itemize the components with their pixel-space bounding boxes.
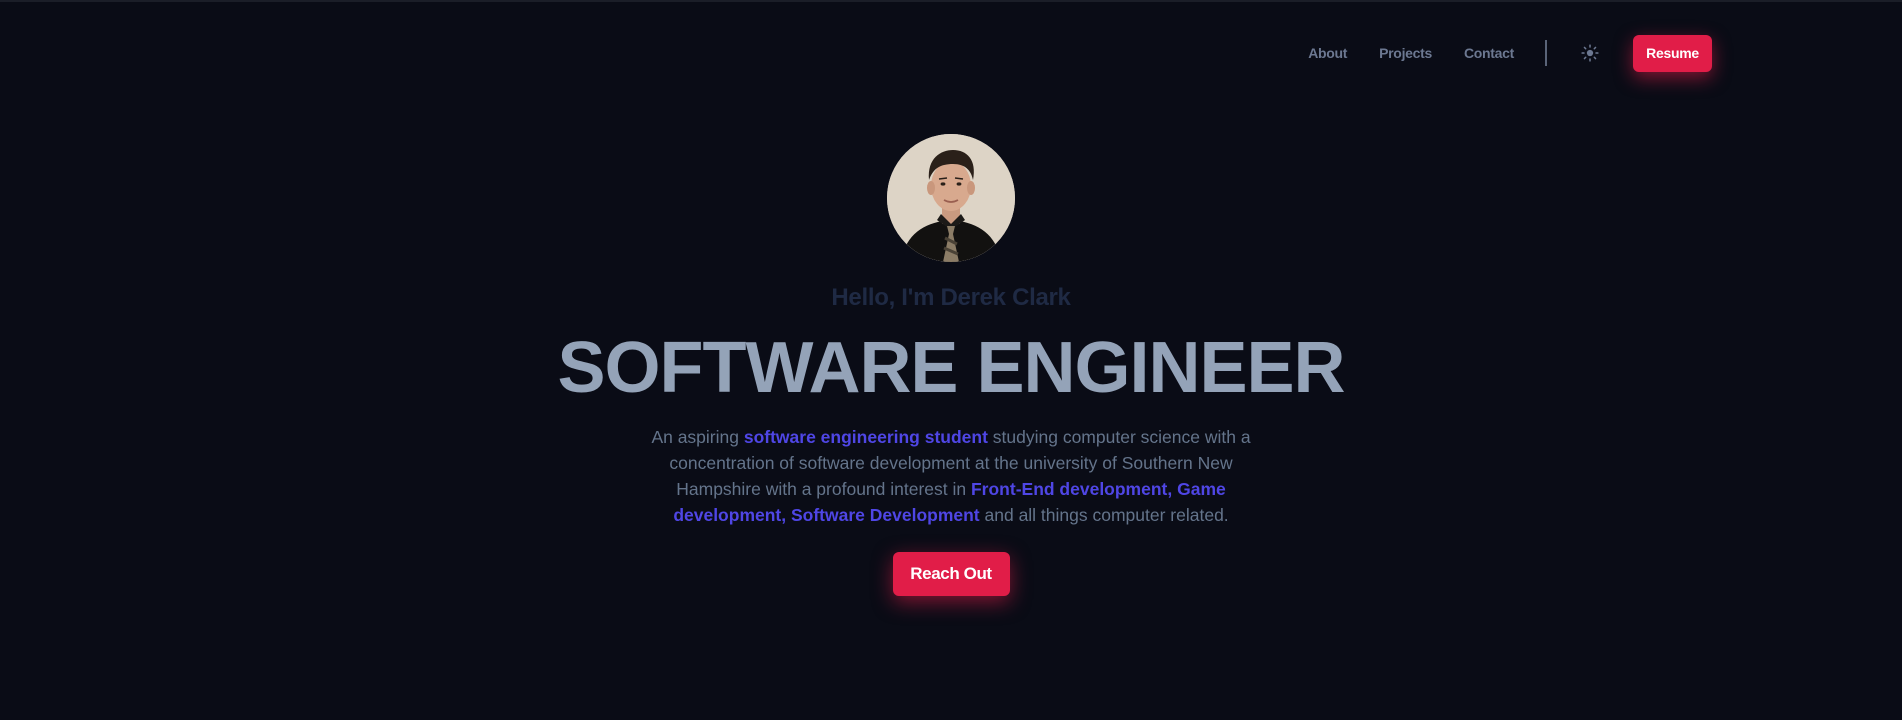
nav-link-contact[interactable]: Contact [1464, 45, 1514, 61]
page: About Projects Contact Resume Hello, I'm… [0, 0, 1902, 720]
desc-text-1: An aspiring [651, 427, 744, 447]
reach-out-button[interactable]: Reach Out [892, 552, 1010, 596]
resume-button[interactable]: Resume [1633, 34, 1712, 72]
nav-divider [1545, 40, 1547, 66]
theme-toggle-button[interactable] [1579, 42, 1601, 64]
sun-icon [1581, 44, 1599, 62]
avatar [887, 134, 1015, 262]
greeting: Hello, I'm Derek Clark [831, 284, 1071, 311]
nav-link-projects[interactable]: Projects [1379, 45, 1432, 61]
profile-photo [887, 134, 1015, 262]
desc-text-3: and all things computer related. [979, 505, 1229, 525]
top-nav: About Projects Contact Resume [1308, 34, 1712, 72]
nav-link-about[interactable]: About [1308, 45, 1347, 61]
page-title: SOFTWARE ENGINEER [557, 328, 1345, 408]
desc-highlight-1: software engineering student [743, 427, 988, 447]
hero-section: Hello, I'm Derek Clark SOFTWARE ENGINEER… [0, 134, 1902, 596]
hero-description: An aspiring software engineering student… [631, 424, 1271, 528]
